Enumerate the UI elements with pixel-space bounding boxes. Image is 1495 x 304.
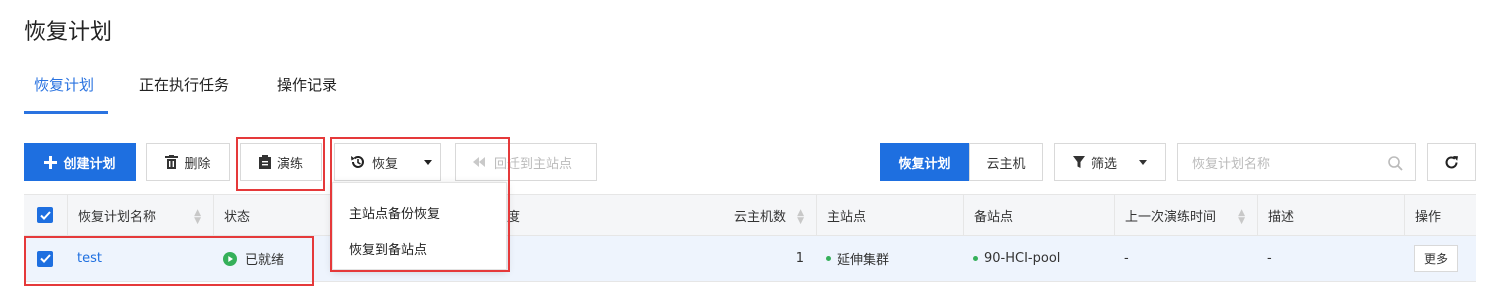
double-back-arrow-icon — [472, 156, 488, 168]
failback-label: 回迁到主站点 — [494, 156, 573, 172]
backup-site-value: 90-HCI-pool — [984, 251, 1061, 266]
menu-item-primary-backup-restore[interactable]: 主站点备份恢复 — [349, 203, 440, 222]
header-backup-site-label: 备站点 — [974, 209, 1014, 225]
table-row[interactable]: test 已就绪 1 延伸集群 90-HCI-pool - - 更多 — [24, 236, 1476, 282]
restore-dropdown-button[interactable]: 恢复 — [334, 143, 441, 181]
header-actions-label: 操作 — [1415, 209, 1442, 225]
caret-down-icon — [424, 159, 433, 165]
page-title: 恢复计划 — [24, 20, 113, 45]
tab-recovery-plan[interactable]: 恢复计划 — [34, 72, 94, 114]
tab-operation-log[interactable]: 操作记录 — [277, 72, 337, 114]
plus-icon — [44, 155, 58, 169]
plan-name-link[interactable]: test — [77, 251, 102, 266]
primary-site-value: 延伸集群 — [837, 253, 890, 268]
history-icon — [350, 154, 366, 170]
select-all-checkbox[interactable] — [37, 207, 53, 223]
sort-icon[interactable]: ▲ ▼ — [194, 209, 201, 226]
vm-count-value: 1 — [795, 251, 804, 266]
clipboard-icon — [258, 155, 271, 169]
row-actions-cell: 更多 — [1404, 236, 1476, 281]
view-toggle-vm[interactable]: 云主机 — [969, 143, 1043, 181]
view-toggle-plan[interactable]: 恢复计划 — [880, 143, 969, 181]
restore-label: 恢复 — [372, 156, 399, 172]
caret-down-icon — [1139, 159, 1148, 165]
failback-button[interactable]: 回迁到主站点 — [455, 143, 597, 181]
header-primary-site-label: 主站点 — [827, 209, 867, 225]
play-circle-icon — [223, 251, 237, 266]
tab-bar: 恢复计划 正在执行任务 操作记录 — [24, 72, 1476, 114]
row-name-cell: test — [67, 236, 213, 281]
filter-label: 筛选 — [1091, 156, 1118, 172]
delete-button[interactable]: 删除 — [146, 143, 230, 181]
drill-label: 演练 — [276, 156, 303, 172]
header-backup-site: 备站点 — [963, 195, 1114, 235]
header-vm-count-label: 云主机数 — [733, 209, 786, 225]
last-drill-value: - — [1124, 251, 1129, 266]
search-placeholder: 恢复计划名称 — [1192, 156, 1271, 172]
menu-item-restore-to-backup-site[interactable]: 恢复到备站点 — [349, 239, 427, 258]
plan-search-input[interactable]: 恢复计划名称 — [1177, 143, 1416, 181]
filter-dropdown-button[interactable]: 筛选 — [1054, 143, 1166, 181]
create-plan-label: 创建计划 — [63, 156, 116, 172]
header-last-drill-label: 上一次演练时间 — [1125, 209, 1217, 225]
active-tab-indicator — [24, 111, 108, 114]
sort-icon[interactable]: ▲ ▼ — [797, 209, 804, 226]
row-select-cell — [24, 236, 67, 281]
table-header: 恢复计划名称 ▲ ▼ 状态 度 云主机数 ▲ ▼ 主站点 备站点 上一次演练时间 ▲… — [24, 194, 1476, 236]
header-progress-label: 度 — [507, 209, 521, 225]
row-backup-site-cell: 90-HCI-pool — [963, 236, 1114, 281]
restore-menu: 主站点备份恢复 恢复到备站点 — [332, 182, 507, 270]
refresh-icon — [1444, 155, 1459, 170]
row-primary-site-cell: 延伸集群 — [816, 236, 963, 281]
header-name-label: 恢复计划名称 — [78, 209, 157, 225]
status-dot — [826, 256, 831, 261]
select-all-cell — [24, 195, 67, 235]
description-value: - — [1267, 251, 1272, 266]
status-text: 已就绪 — [245, 253, 285, 268]
more-button[interactable]: 更多 — [1414, 245, 1459, 272]
delete-label: 删除 — [184, 156, 211, 172]
sort-icon[interactable]: ▲ ▼ — [1238, 209, 1245, 226]
row-checkbox[interactable] — [37, 250, 53, 267]
tab-running-tasks[interactable]: 正在执行任务 — [139, 72, 229, 114]
header-vm-count[interactable]: 云主机数 ▲ ▼ — [714, 195, 816, 235]
header-last-drill[interactable]: 上一次演练时间 ▲ ▼ — [1114, 195, 1257, 235]
search-icon[interactable] — [1388, 156, 1403, 171]
create-plan-button[interactable]: 创建计划 — [24, 143, 136, 181]
drill-button[interactable]: 演练 — [240, 143, 322, 181]
refresh-button[interactable] — [1427, 143, 1476, 181]
row-vm-count-cell: 1 — [714, 236, 816, 281]
header-description-label: 描述 — [1268, 209, 1295, 225]
status-dot — [973, 256, 978, 261]
header-primary-site: 主站点 — [816, 195, 963, 235]
header-status-label: 状态 — [224, 209, 251, 225]
header-actions: 操作 — [1404, 195, 1476, 235]
toolbar: 创建计划 删除 演练 恢复 回迁到主站点 恢复计划 云主机 筛选 恢复计划名称 — [24, 143, 1476, 183]
funnel-icon — [1073, 156, 1085, 168]
row-description-cell: - — [1257, 236, 1404, 281]
header-name[interactable]: 恢复计划名称 ▲ ▼ — [67, 195, 213, 235]
header-description: 描述 — [1257, 195, 1404, 235]
trash-icon — [165, 155, 179, 169]
row-last-drill-cell: - — [1114, 236, 1257, 281]
